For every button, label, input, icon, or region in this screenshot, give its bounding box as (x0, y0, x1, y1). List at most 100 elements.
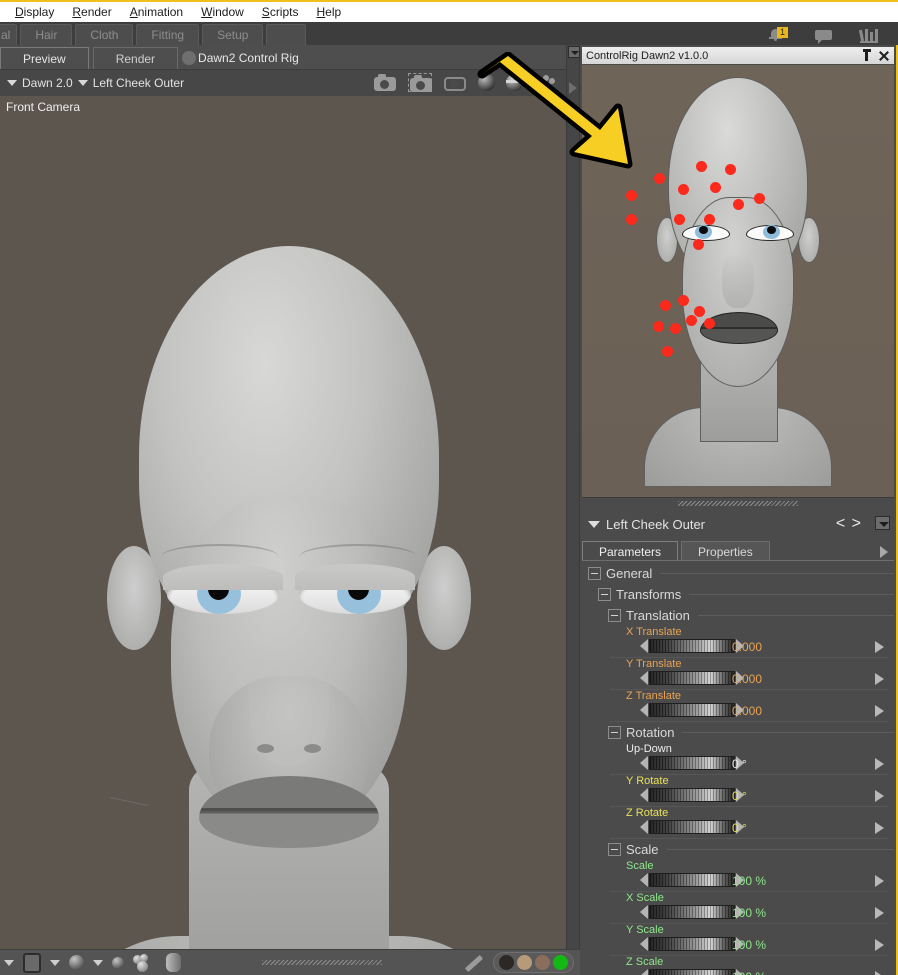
sphere-icon[interactable] (69, 955, 84, 970)
control-dot[interactable] (626, 214, 637, 225)
control-dot[interactable] (678, 184, 689, 195)
activity-tab-setup[interactable]: Setup (202, 24, 264, 45)
param-slider[interactable] (640, 820, 744, 834)
breadcrumb-figure[interactable]: Dawn 2.0 (22, 76, 73, 90)
swatch-green[interactable] (553, 955, 568, 970)
param-expand-arrow-icon[interactable] (875, 971, 884, 975)
lighting-dropdown-caret[interactable] (93, 959, 103, 966)
collapse-toggle-icon[interactable] (608, 726, 621, 739)
swatch-tan[interactable] (517, 955, 532, 970)
sphere-small-icon[interactable] (112, 956, 124, 969)
spheres-group-icon[interactable] (133, 953, 157, 972)
param-expand-arrow-icon[interactable] (875, 790, 884, 802)
pencil-icon[interactable] (462, 952, 484, 974)
menu-item-window[interactable]: Window (192, 2, 253, 22)
tab-properties[interactable]: Properties (681, 541, 770, 561)
control-dot[interactable] (674, 214, 685, 225)
param-row[interactable]: Y Rotate 0 ° (582, 775, 894, 807)
control-dot[interactable] (704, 214, 715, 225)
activity-tab-empty[interactable] (266, 24, 307, 45)
param-expand-arrow-icon[interactable] (875, 673, 884, 685)
message-bubble-icon[interactable] (814, 27, 834, 44)
tab-preview[interactable]: Preview (0, 47, 89, 69)
draw-style-dropdown-caret[interactable] (4, 959, 14, 966)
param-value[interactable]: 0 ° (732, 757, 747, 771)
param-row[interactable]: Z Translate 0.000 (582, 690, 894, 722)
param-slider[interactable] (640, 873, 744, 887)
slider-decrement-arrow-icon[interactable] (640, 788, 648, 802)
param-expand-arrow-icon[interactable] (875, 907, 884, 919)
control-dot[interactable] (733, 199, 744, 210)
slider-decrement-arrow-icon[interactable] (640, 671, 648, 685)
sphere-icon[interactable] (478, 74, 495, 91)
control-dot[interactable] (654, 173, 665, 184)
control-dot[interactable] (678, 295, 689, 306)
slider-track[interactable] (649, 905, 735, 919)
slider-decrement-arrow-icon[interactable] (640, 703, 648, 717)
tab-render[interactable]: Render (92, 47, 179, 69)
chevron-down-icon[interactable] (7, 80, 17, 86)
param-slider[interactable] (640, 703, 744, 717)
slider-track[interactable] (649, 937, 735, 951)
param-expand-arrow-icon[interactable] (875, 939, 884, 951)
param-group-rotation[interactable]: Rotation (582, 722, 894, 743)
node-nav-arrows[interactable]: < > (836, 515, 862, 533)
control-dot[interactable] (694, 306, 705, 317)
param-row[interactable]: X Scale 100 % (582, 892, 894, 924)
param-value[interactable]: 100 % (732, 970, 766, 975)
activity-tab-al[interactable]: al (0, 24, 18, 45)
param-value[interactable]: 100 % (732, 906, 766, 920)
param-slider[interactable] (640, 905, 744, 919)
preview-resize-grip[interactable] (582, 497, 894, 509)
dock-expand-arrow-icon[interactable] (569, 82, 577, 94)
activity-tab-fitting[interactable]: Fitting (136, 24, 200, 45)
slider-track[interactable] (649, 639, 735, 653)
menu-item-render[interactable]: Render (63, 2, 120, 22)
param-row[interactable]: X Translate 0.000 (582, 626, 894, 658)
breadcrumb-node[interactable]: Left Cheek Outer (93, 76, 184, 90)
param-slider[interactable] (640, 639, 744, 653)
param-group-transforms[interactable]: Transforms (582, 584, 894, 605)
control-dot[interactable] (710, 182, 721, 193)
control-dot[interactable] (754, 193, 765, 204)
slider-decrement-arrow-icon[interactable] (640, 905, 648, 919)
collapse-caret-icon[interactable] (588, 520, 600, 528)
param-value[interactable]: 0.000 (732, 672, 762, 686)
pane-label-control-rig[interactable]: Dawn2 Control Rig (182, 47, 321, 69)
control-dot[interactable] (704, 318, 715, 329)
pin-icon[interactable] (861, 49, 873, 62)
trio-icon[interactable] (534, 75, 556, 90)
param-row[interactable]: Scale 100 % (582, 860, 894, 892)
slider-track[interactable] (649, 820, 735, 834)
param-row[interactable]: Z Rotate 0 ° (582, 807, 894, 839)
close-icon[interactable] (878, 50, 890, 62)
param-value[interactable]: 100 % (732, 874, 766, 888)
tab-parameters[interactable]: Parameters (582, 541, 679, 561)
menu-item-display[interactable]: DDisplayisplay (6, 2, 63, 22)
param-expand-arrow-icon[interactable] (875, 875, 884, 887)
slider-track[interactable] (649, 873, 735, 887)
param-expand-arrow-icon[interactable] (875, 641, 884, 653)
param-row[interactable]: Y Translate 0.000 (582, 658, 894, 690)
params-overflow-arrow-icon[interactable] (880, 546, 888, 558)
square-icon[interactable] (23, 952, 41, 973)
param-value[interactable]: 0 ° (732, 789, 747, 803)
camera-dashed-icon[interactable] (408, 73, 432, 92)
param-group-general[interactable]: General (582, 563, 894, 584)
control-dot[interactable] (693, 239, 704, 250)
dock-divider-strip[interactable] (566, 45, 580, 949)
dock-dropdown-icon[interactable] (568, 46, 580, 58)
control-dot[interactable] (653, 321, 664, 332)
param-slider[interactable] (640, 937, 744, 951)
collapse-toggle-icon[interactable] (588, 567, 601, 580)
rig-preview-viewport[interactable] (582, 65, 894, 497)
slider-decrement-arrow-icon[interactable] (640, 969, 648, 975)
slider-track[interactable] (649, 969, 735, 975)
param-value[interactable]: 100 % (732, 938, 766, 952)
param-group-scale[interactable]: Scale (582, 839, 894, 860)
slider-track[interactable] (649, 703, 735, 717)
control-dot[interactable] (670, 323, 681, 334)
chevron-down-icon-2[interactable] (77, 80, 88, 86)
notification-bell-icon[interactable]: 1 (768, 27, 788, 43)
swatch-brown[interactable] (535, 955, 550, 970)
